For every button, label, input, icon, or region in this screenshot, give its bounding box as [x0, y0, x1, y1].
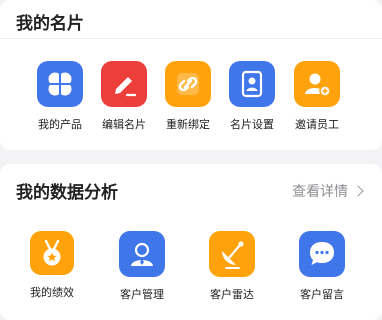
customer-radar-button[interactable]: 客户雷达 [192, 231, 272, 302]
add-user-icon [294, 61, 340, 107]
section-title: 我的数据分析 [16, 183, 118, 203]
customer-messages-label: 客户留言 [300, 288, 344, 301]
chevron-right-icon [352, 185, 364, 197]
contact-card-icon [229, 61, 275, 107]
chat-bubble-icon [299, 231, 345, 277]
my-performance-label: 我的绩效 [30, 286, 74, 299]
radar-icon [209, 231, 255, 277]
clover-icon [37, 61, 83, 107]
section-title: 我的名片 [16, 14, 84, 34]
medal-icon [30, 231, 74, 275]
invite-employee-button[interactable]: 邀请员工 [277, 61, 357, 132]
my-performance-button[interactable]: 我的绩效 [12, 231, 92, 300]
business-card-section: 我的名片 我的产品 编辑名片 重新绑定 名片设置 邀请员工 [0, 0, 382, 150]
person-icon [119, 231, 165, 277]
link-icon [165, 61, 211, 107]
customer-radar-label: 客户雷达 [210, 288, 254, 301]
invite-employee-label: 邀请员工 [295, 118, 339, 131]
customer-management-button[interactable]: 客户管理 [102, 231, 182, 302]
data-analysis-section: 我的数据分析 查看详情 我的绩效 客户管理 客户雷达 客户留言 [0, 164, 382, 320]
view-details-link[interactable]: 查看详情 [292, 181, 364, 201]
view-details-label: 查看详情 [292, 184, 348, 200]
customer-management-label: 客户管理 [120, 288, 164, 301]
edit-pencil-icon [101, 61, 147, 107]
customer-messages-button[interactable]: 客户留言 [282, 231, 362, 302]
divider [0, 38, 382, 39]
